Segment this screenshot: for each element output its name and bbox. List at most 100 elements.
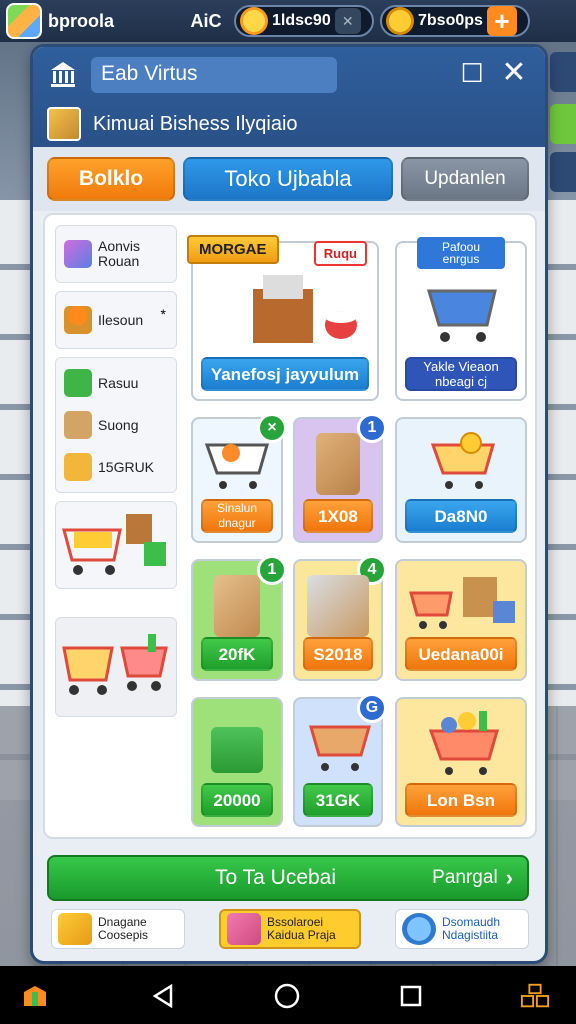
two-carts-icon	[62, 634, 168, 695]
dialog-subtitle: Kimuai Bishess Ilyqiaio	[93, 112, 298, 135]
product-tile-3[interactable]: Da8N0	[395, 417, 527, 543]
split-screen-icon[interactable]	[520, 982, 550, 1010]
cart-offer-label: Yakle Vieaon nbeagi cj	[405, 357, 517, 391]
product-label-2: 1X08	[303, 499, 373, 533]
tab-1[interactable]: Bolklo	[47, 157, 175, 201]
sidebar-item-3[interactable]: Rasuu	[56, 362, 176, 404]
dialog-header: Eab Virtus ☐ ✕ Kimuai Bishess Ilyqiaio	[33, 47, 545, 147]
sidebar-carts-preview[interactable]	[55, 617, 177, 717]
coin-counter[interactable]: 7bso0ps +	[380, 5, 530, 37]
level-label: AiC	[190, 10, 222, 31]
product-label-7: 20000	[201, 783, 273, 817]
app-name: bproola	[48, 10, 114, 31]
tab-2[interactable]: Toko Ujbabla	[183, 157, 393, 201]
bottom-card-1-label: Dnagane Coosepis	[98, 915, 149, 942]
back-icon[interactable]	[148, 982, 178, 1010]
chevron-right-icon: ›	[505, 865, 513, 890]
bottom-card-2[interactable]: Bssolaroei Kaidua Praja	[219, 909, 361, 949]
store-content: Aonvis Rouan Ilesoun * Rasuu Suong 15GRU…	[43, 213, 537, 839]
badge-4: 1	[257, 555, 287, 585]
sun-icon	[240, 7, 268, 35]
close-icon[interactable]: ✕	[334, 8, 361, 34]
sidebar-item-1[interactable]: Aonvis Rouan	[55, 225, 177, 283]
full-cart-icon	[428, 711, 499, 775]
bottom-card-2-label: Bssolaroei Kaidua Praja	[267, 915, 336, 942]
sidebar-item-5[interactable]: 15GRUK	[56, 446, 176, 488]
app-logo-icon[interactable]	[6, 3, 42, 39]
bottom-card-1[interactable]: Dnagane Coosepis	[51, 909, 185, 949]
bottom-card-3-label: Dsomaudh Ndagistiita	[442, 915, 501, 942]
box-icon	[315, 433, 361, 495]
side-button-bottom[interactable]	[550, 152, 576, 192]
bottom-cards: Dnagane Coosepis Bssolaroei Kaidua Praja…	[47, 909, 529, 953]
energy-value: 1ldsc90	[272, 12, 331, 29]
product-label-1: Sinalun dnagur	[201, 499, 273, 533]
tab-bar: Bolklo Toko Ujbabla Updanlen	[33, 147, 545, 211]
sidebar-label-2: Ilesoun	[98, 311, 144, 328]
sidebar-item-4[interactable]: Suong	[56, 404, 176, 446]
purchase-label: To Ta Ucebai	[215, 866, 337, 889]
package-icon	[64, 453, 92, 481]
product-label-6: Uedana00i	[405, 637, 517, 671]
product-tile-2[interactable]: 1 1X08	[293, 413, 387, 543]
cart-boxes-icon	[409, 577, 515, 629]
bank-icon	[47, 59, 79, 91]
tab-3[interactable]: Updanlen	[401, 157, 529, 201]
store-search-input[interactable]: Eab Virtus	[91, 57, 337, 93]
sidebar-item-2[interactable]: Ilesoun *	[55, 291, 177, 349]
product-tile-1[interactable]: × Sinalun dnagur	[191, 413, 287, 543]
bag-icon	[64, 411, 92, 439]
product-tile-5[interactable]: 4 S2018	[293, 555, 387, 681]
side-button-top[interactable]	[550, 52, 576, 92]
box-icon	[64, 306, 92, 334]
sidebar-label-3: Rasuu	[98, 374, 139, 391]
sidebar-cart-preview[interactable]	[55, 501, 177, 589]
product-tile-4[interactable]: 1 20fK	[191, 555, 287, 681]
product-tile-8[interactable]: G 31GK	[293, 693, 387, 827]
green-box-icon	[210, 727, 264, 773]
cart-icon-8	[309, 725, 371, 771]
star-icon: *	[160, 306, 166, 322]
cart-with-boxes-icon	[62, 514, 166, 575]
cart-icon-1	[204, 443, 269, 489]
gift-box-icon	[58, 913, 92, 945]
maximize-button[interactable]: ☐	[457, 59, 487, 89]
product-tile-9[interactable]: Lon Bsn	[395, 697, 527, 827]
category-sidebar: Aonvis Rouan Ilesoun * Rasuu Suong 15GRU…	[55, 225, 179, 725]
sidebar-label-1: Aonvis Rouan	[98, 238, 141, 269]
add-coins-button[interactable]: +	[486, 6, 517, 36]
crate-icon	[307, 575, 369, 637]
home-icon[interactable]	[272, 982, 302, 1010]
price-tag: Ruqu	[313, 241, 367, 266]
business-box-icon	[47, 107, 81, 141]
recents-icon[interactable]	[396, 982, 426, 1010]
product-tile-6[interactable]: Uedana00i	[395, 559, 527, 681]
cart-sign: Pafoou enrgus	[417, 237, 505, 269]
shop-counter-icon	[253, 275, 357, 343]
close-button[interactable]: ✕	[499, 58, 529, 89]
featured-ribbon: MORGAE	[187, 235, 279, 264]
energy-counter[interactable]: 1ldsc90 ✕	[234, 5, 374, 37]
bottom-card-3[interactable]: Dsomaudh Ndagistiita	[395, 909, 529, 949]
sidebar-label-4: Suong	[98, 416, 139, 433]
product-label-9: Lon Bsn	[405, 783, 517, 817]
sidebar-group: Rasuu Suong 15GRUK	[55, 357, 177, 493]
purchase-button[interactable]: To Ta Ucebai Panrgal ›	[47, 855, 529, 901]
cart-offer-tile[interactable]: Pafoou enrgus Yakle Vieaon nbeagi cj	[395, 237, 527, 401]
product-label-3: Da8N0	[405, 499, 517, 533]
sidebar-label-5: 15GRUK	[98, 458, 155, 475]
product-label-4: 20fK	[201, 637, 273, 671]
boxes-icon	[214, 575, 260, 637]
product-tile-7[interactable]: 20000	[191, 697, 283, 827]
top-status-bar: bproola AiC 1ldsc90 ✕ 7bso0ps +	[0, 0, 576, 42]
featured-label: Yanefosj jayyulum	[201, 357, 369, 391]
app-shortcut-icon[interactable]	[20, 982, 50, 1010]
drink-icon	[227, 913, 261, 945]
system-nav-bar	[0, 966, 576, 1024]
cart-icon	[64, 240, 92, 268]
side-button-middle[interactable]	[550, 104, 576, 144]
blue-cart-icon	[426, 289, 497, 342]
coin-value: 7bso0ps	[418, 12, 483, 29]
globe-icon	[402, 913, 436, 945]
featured-tile[interactable]: MORGAE Ruqu Yanefosj jayyulum	[187, 235, 379, 401]
